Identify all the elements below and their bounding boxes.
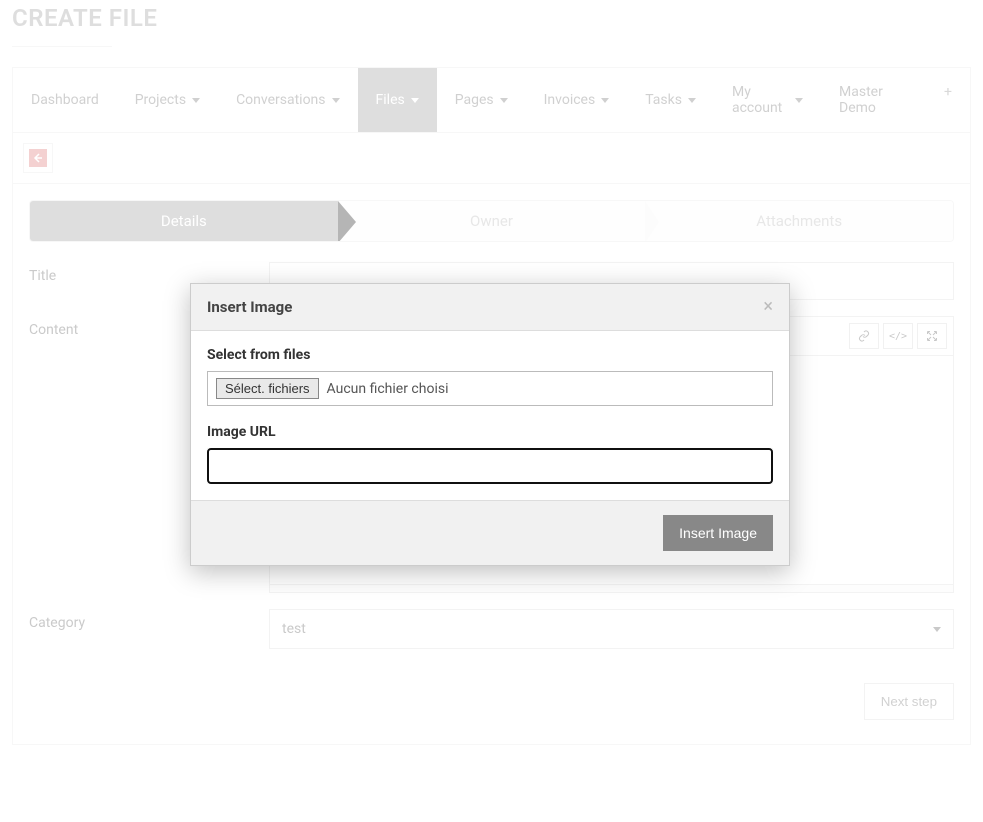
image-url-input[interactable] (207, 448, 773, 484)
file-select-button[interactable]: Sélect. fichiers (216, 378, 319, 399)
file-status-text: Aucun fichier choisi (327, 381, 449, 397)
file-input-wrapper: Sélect. fichiers Aucun fichier choisi (207, 371, 773, 406)
modal-footer: Insert Image (191, 500, 789, 565)
insert-image-modal: Insert Image × Select from files Sélect.… (190, 283, 790, 566)
insert-image-button[interactable]: Insert Image (663, 515, 773, 551)
select-from-files-label: Select from files (207, 347, 773, 363)
modal-title: Insert Image (207, 298, 292, 316)
image-url-label: Image URL (207, 424, 773, 440)
close-icon[interactable]: × (763, 298, 773, 316)
modal-body: Select from files Sélect. fichiers Aucun… (191, 331, 789, 500)
modal-header: Insert Image × (191, 284, 789, 331)
